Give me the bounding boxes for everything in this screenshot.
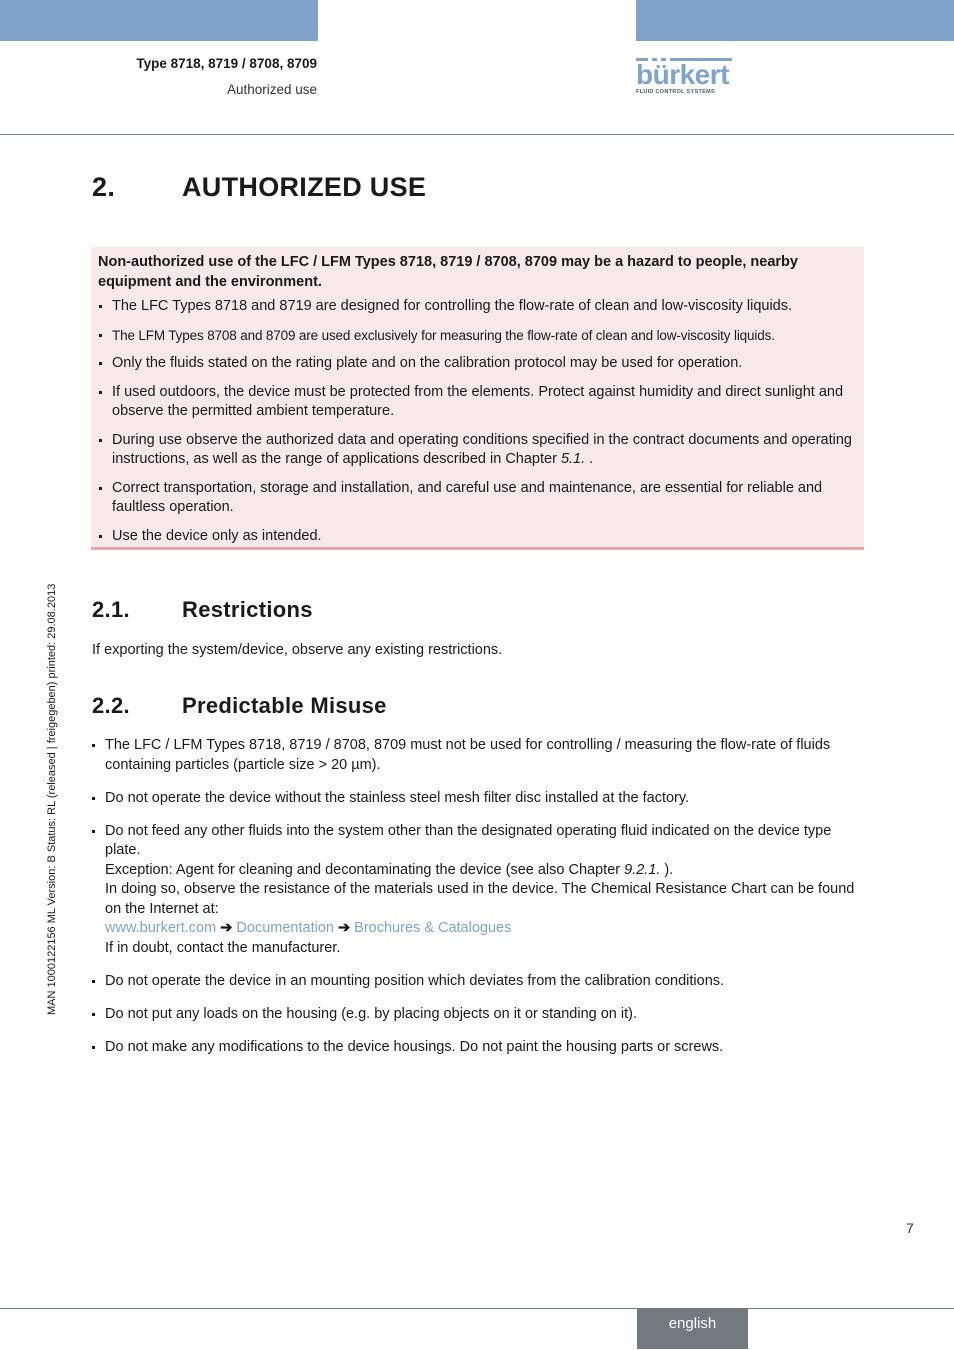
document-metadata-vertical: MAN 1000122156 ML Version: B Status: RL …	[46, 583, 58, 1015]
section-title: Predictable Misuse	[182, 693, 387, 718]
warning-list: The LFC Types 8718 and 8719 are designed…	[98, 297, 860, 555]
logo-wordmark: bürkert	[636, 59, 729, 90]
language-tab: english	[637, 1308, 748, 1349]
misuse-item: Do not make any modifications to the dev…	[91, 1038, 864, 1058]
warning-item: Correct transportation, storage and inst…	[98, 479, 860, 518]
page-number: 7	[906, 1220, 914, 1236]
doubt-text: If in doubt, contact the manufacturer.	[105, 939, 341, 956]
chapter-title: AUTHORIZED USE	[182, 172, 427, 202]
warning-item-text-end: .	[585, 451, 594, 467]
section-number: 2.2.	[92, 693, 130, 718]
misuse-item: The LFC / LFM Types 8718, 8719 / 8708, 8…	[91, 736, 864, 775]
section-heading-misuse: 2.2. Predictable Misuse	[92, 693, 387, 719]
restrictions-text: If exporting the system/device, observe …	[92, 642, 503, 658]
chapter-heading: 2. AUTHORIZED USE	[92, 172, 426, 203]
chapter-number: 2.	[92, 172, 116, 202]
header-divider	[0, 134, 954, 135]
document-type-title: Type 8718, 8719 / 8708, 8709	[136, 56, 317, 71]
resistance-text: In doing so, observe the resistance of t…	[105, 881, 855, 917]
section-heading-restrictions: 2.1. Restrictions	[92, 597, 313, 623]
footer-divider	[0, 1308, 954, 1309]
warning-item: During use observe the authorized data a…	[98, 431, 860, 470]
warning-item: The LFC Types 8718 and 8719 are designed…	[98, 297, 860, 317]
burkert-logo: bürkert FLUID CONTROL SYSTEMS	[636, 58, 732, 95]
misuse-item: Do not operate the device in an mounting…	[91, 972, 864, 992]
arrow-right-icon: ➔	[337, 920, 351, 936]
misuse-list: The LFC / LFM Types 8718, 8719 / 8708, 8…	[91, 736, 864, 1071]
warning-item: Use the device only as intended.	[98, 527, 860, 547]
header-color-bar-left	[0, 0, 318, 41]
warning-item: If used outdoors, the device must be pro…	[98, 383, 860, 422]
misuse-item: Do not feed any other fluids into the sy…	[91, 822, 864, 959]
section-subtitle: Authorized use	[226, 82, 317, 97]
exception-post: ).	[660, 861, 674, 878]
section-number: 2.1.	[92, 597, 130, 622]
chapter-reference: 9.2.1.	[624, 861, 661, 878]
warning-item: The LFM Types 8708 and 8709 are used exc…	[98, 326, 860, 346]
warning-item-text: During use observe the authorized data a…	[112, 431, 852, 468]
arrow-right-icon: ➔	[220, 920, 233, 936]
link-burkert-website[interactable]: www.burkert.com	[105, 920, 216, 936]
misuse-item: Do not put any loads on the housing (e.g…	[91, 1005, 864, 1025]
exception-text: Exception: Agent for cleaning and decont…	[105, 861, 864, 881]
exception-pre: Exception: Agent for cleaning and decont…	[105, 861, 625, 878]
misuse-item-text: Do not feed any other fluids into the sy…	[105, 822, 832, 859]
section-title: Restrictions	[182, 597, 313, 622]
warning-heading: Non-authorized use of the LFC / LFM Type…	[98, 254, 798, 290]
chapter-reference: 5.1.	[560, 451, 586, 467]
misuse-item: Do not operate the device without the st…	[91, 789, 864, 809]
warning-item: Only the fluids stated on the rating pla…	[98, 354, 860, 374]
warning-box: Non-authorized use of the LFC / LFM Type…	[91, 247, 864, 550]
header-color-bar-right	[636, 0, 954, 41]
link-path: www.burkert.com ➔ Documentation ➔ Brochu…	[105, 919, 864, 939]
link-brochures-catalogues[interactable]: Brochures & Catalogues	[354, 920, 511, 936]
logo-bars-icon	[636, 58, 732, 61]
link-documentation[interactable]: Documentation	[236, 920, 334, 936]
